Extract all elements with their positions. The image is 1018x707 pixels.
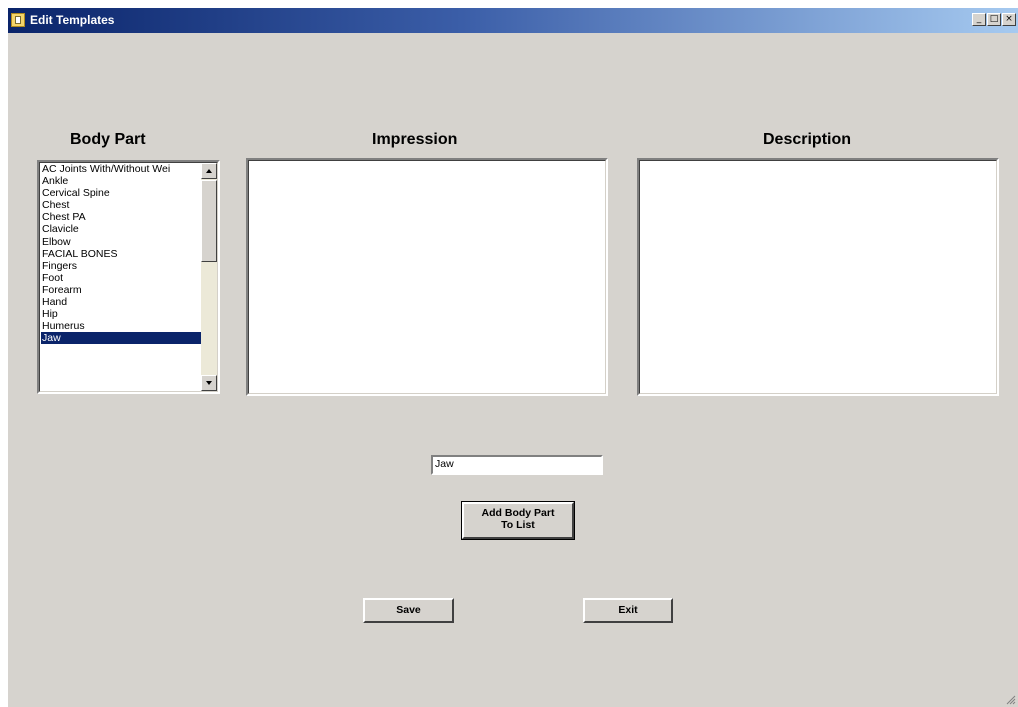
maximize-button[interactable]: □: [987, 13, 1001, 26]
body-part-list: AC Joints With/Without Wei Ankle Cervical …: [41, 163, 201, 345]
list-item[interactable]: FACIAL BONES: [41, 248, 201, 260]
description-label: Description: [763, 131, 852, 148]
scroll-down-icon[interactable]: [201, 375, 217, 391]
scroll-up-icon[interactable]: [201, 163, 217, 179]
list-item[interactable]: Chest PA: [41, 211, 201, 223]
exit-button[interactable]: Exit: [583, 598, 673, 623]
resize-grip-icon[interactable]: [1004, 693, 1016, 705]
close-button[interactable]: ×: [1002, 13, 1016, 26]
app-icon: [11, 13, 25, 27]
listbox-scrollbar[interactable]: [201, 163, 217, 391]
list-item[interactable]: Ankle: [41, 175, 201, 187]
edit-templates-window: Edit Templates _ □ × Body Part Impressio…: [8, 8, 1018, 707]
list-item[interactable]: Elbow: [41, 236, 201, 248]
scroll-thumb[interactable]: [201, 180, 217, 262]
body-part-name-input[interactable]: Jaw: [431, 455, 603, 475]
add-button-label-line1: Add Body Part: [481, 507, 555, 519]
list-item[interactable]: Forearm: [41, 284, 201, 296]
body-part-listbox[interactable]: AC Joints With/Without Wei Ankle Cervical …: [37, 160, 220, 394]
list-item[interactable]: Hip: [41, 308, 201, 320]
list-item[interactable]: Clavicle: [41, 223, 201, 235]
list-item[interactable]: Cervical Spine: [41, 187, 201, 199]
impression-label: Impression: [372, 131, 458, 148]
description-textarea[interactable]: [637, 158, 999, 396]
list-item[interactable]: AC Joints With/Without Wei: [41, 163, 201, 175]
list-item[interactable]: Fingers: [41, 260, 201, 272]
list-item[interactable]: Foot: [41, 272, 201, 284]
list-item[interactable]: Chest: [41, 199, 201, 211]
save-button[interactable]: Save: [363, 598, 454, 623]
title-bar[interactable]: Edit Templates _ □ ×: [8, 8, 1018, 33]
list-item[interactable]: Hand: [41, 296, 201, 308]
list-item[interactable]: Humerus: [41, 320, 201, 332]
impression-textarea[interactable]: [246, 158, 608, 396]
window-title: Edit Templates: [30, 13, 115, 27]
list-item[interactable]: Jaw: [41, 332, 201, 345]
minimize-button[interactable]: _: [972, 13, 986, 26]
body-part-label: Body Part: [70, 131, 146, 148]
